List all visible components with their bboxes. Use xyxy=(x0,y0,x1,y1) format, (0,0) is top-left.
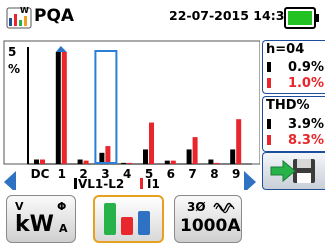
side-panel: h=04 0.9% 1.0% THD% 3.9% 8.3% xyxy=(260,40,325,190)
bar-voltage-2 xyxy=(77,159,83,164)
bar-current-8 xyxy=(214,162,220,164)
app-title: PQA xyxy=(34,6,75,26)
bar-current-3 xyxy=(105,146,111,164)
harmonic-current-row: 1.0% xyxy=(263,76,325,91)
harmonic-readout: h=04 0.9% 1.0% xyxy=(262,40,325,94)
status-header: W PQA 22-07-2015 14:39 xyxy=(0,0,325,37)
bar-current-7 xyxy=(192,137,198,164)
legend-label-current: I1 xyxy=(147,177,160,190)
bar-voltage-4 xyxy=(121,162,127,164)
bar-voltage-5 xyxy=(143,149,148,164)
thd-label: THD% xyxy=(266,98,310,113)
bar-current-2 xyxy=(83,160,89,164)
x-tick-label: DC xyxy=(31,167,50,181)
thd-current-value: 8.3% xyxy=(287,133,324,148)
thd-voltage-row: 3.9% xyxy=(263,117,325,132)
arrow-left-icon[interactable] xyxy=(4,171,16,190)
y-max-label: 5 xyxy=(8,45,16,59)
thd-readout: THD% 3.9% 8.3% xyxy=(262,96,325,152)
bar-voltage-7 xyxy=(186,149,192,164)
x-tick-label: 1 xyxy=(58,167,66,181)
plot-frame xyxy=(3,40,260,165)
harmonic-voltage-row: 0.9% xyxy=(263,60,325,75)
harmonic-order-label: h=04 xyxy=(266,42,305,57)
thd-current-row: 8.3% xyxy=(263,133,325,148)
current-range-label: 1000A xyxy=(180,216,241,236)
x-tick-label: 9 xyxy=(232,167,240,181)
save-to-disk-icon xyxy=(270,159,315,183)
bar-chart-icon xyxy=(104,203,150,235)
three-phase-button[interactable]: 3Ø 1000A xyxy=(174,195,242,243)
battery-icon xyxy=(284,7,319,29)
bar-current-DC xyxy=(40,159,45,164)
bar-current-1 xyxy=(61,52,67,164)
logo-text: W xyxy=(20,6,29,15)
legend-label-voltage: VL1-L2 xyxy=(78,177,124,190)
bar-voltage-9 xyxy=(230,149,236,164)
harmonic-current-value: 1.0% xyxy=(287,76,324,91)
voltage-marker xyxy=(267,62,271,72)
bar-voltage-6 xyxy=(164,160,170,164)
voltage-marker xyxy=(267,119,271,129)
bar-voltage-8 xyxy=(208,159,214,164)
current-marker xyxy=(267,78,271,88)
y-unit-label: % xyxy=(8,62,20,76)
meter-logo-icon: W xyxy=(6,6,32,29)
harmonics-chart-svg: 5 % DC 1 2 3 4 5 6 7 8 9 VL1-L2 I1 xyxy=(3,40,260,190)
power-main-label: kW xyxy=(15,212,54,237)
three-phase-label: 3Ø xyxy=(187,200,206,214)
x-tick-label: 8 xyxy=(210,167,218,181)
x-tick-label: 4 xyxy=(123,167,131,181)
bar-voltage-DC xyxy=(34,159,39,164)
bar-voltage-1 xyxy=(55,52,61,164)
harmonics-mode-button[interactable] xyxy=(93,195,164,243)
harmonics-chart: 5 % DC 1 2 3 4 5 6 7 8 9 VL1-L2 I1 xyxy=(0,37,260,190)
power-mode-button[interactable]: V Φ kW A xyxy=(6,195,76,243)
arrow-right-icon[interactable] xyxy=(244,171,256,190)
bar-current-4 xyxy=(127,162,133,164)
save-button[interactable] xyxy=(262,152,325,190)
date-time: 22-07-2015 14:39 xyxy=(169,8,294,23)
bar-current-5 xyxy=(149,122,154,164)
thd-voltage-value: 3.9% xyxy=(287,117,324,132)
x-tick-label: 7 xyxy=(188,167,196,181)
harmonic-voltage-value: 0.9% xyxy=(287,60,324,75)
x-tick-label: 6 xyxy=(167,167,175,181)
power-current-letter: A xyxy=(59,222,68,235)
three-phase-icon xyxy=(213,202,235,214)
legend-marker-voltage xyxy=(74,178,77,189)
power-phase-symbol: Φ xyxy=(57,200,67,213)
legend-marker-current xyxy=(140,178,143,189)
current-marker xyxy=(267,135,271,145)
bottom-toolbar: V Φ kW A 3Ø 1000A xyxy=(0,190,325,249)
bar-current-9 xyxy=(236,119,242,164)
bar-current-6 xyxy=(170,160,176,164)
